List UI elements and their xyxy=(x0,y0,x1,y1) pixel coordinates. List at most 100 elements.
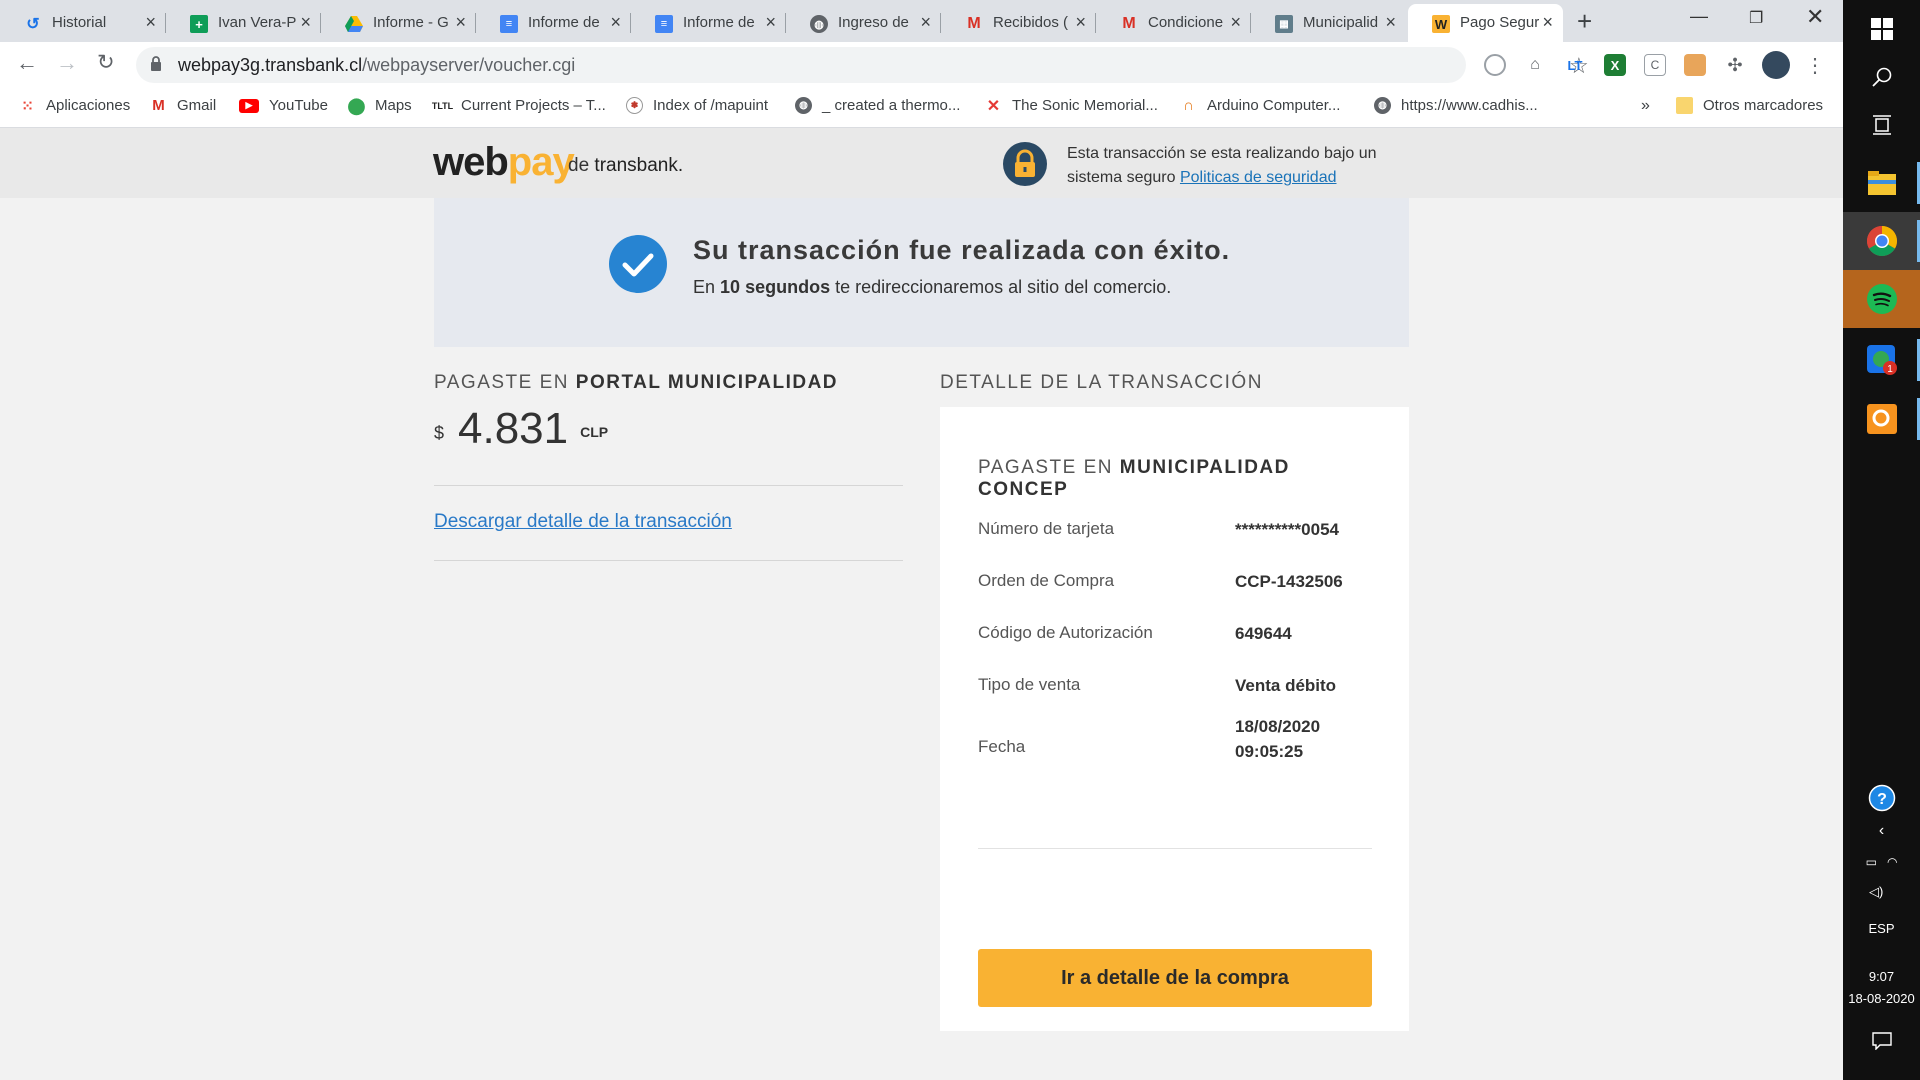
tab-informe-doc-1[interactable]: ≡ Informe de × xyxy=(476,4,631,42)
clock-time[interactable]: 9:07 xyxy=(1843,969,1920,984)
avatar[interactable] xyxy=(1762,51,1790,79)
tab-ivan-vera[interactable]: + Ivan Vera-P × xyxy=(166,4,321,42)
paid-at-label: PAGASTE EN PORTAL MUNICIPALIDAD xyxy=(434,372,839,393)
tab-informe-doc-2[interactable]: ≡ Informe de × xyxy=(631,4,786,42)
tab-informe-drive[interactable]: Informe - G × xyxy=(321,4,476,42)
bookmarks-overflow-button[interactable]: » xyxy=(1641,97,1650,115)
windows-taskbar: 1 ? ‹ ▭ ◠ ◁) ESP 9:07 18-08-2020 xyxy=(1843,0,1920,1080)
close-window-button[interactable]: ✕ xyxy=(1806,4,1824,30)
tab-label: Pago Segur xyxy=(1460,14,1540,31)
bookmark-otros-marcadores[interactable]: Otros marcadores xyxy=(1676,97,1823,114)
tab-condiciones[interactable]: M Condicione × xyxy=(1096,4,1251,42)
bookmark-gmail[interactable]: M Gmail xyxy=(150,97,216,114)
clock-date[interactable]: 18-08-2020 xyxy=(1843,991,1920,1006)
transaction-detail-card: PAGASTE EN MUNICIPALIDAD CONCEP Número d… xyxy=(940,407,1409,1031)
bookmark-label: Index of /mapuint xyxy=(653,97,769,114)
sale-type-value: Venta débito xyxy=(1235,676,1337,695)
bookmark-aplicaciones[interactable]: ⁙ Aplicaciones xyxy=(19,97,130,115)
minimize-button[interactable]: — xyxy=(1690,6,1708,27)
bookmark-cadhis[interactable]: ◍ https://www.cadhis... xyxy=(1374,97,1538,114)
reload-button[interactable]: ↻ xyxy=(97,50,115,75)
success-banner: Su transacción fue realizada con éxito. … xyxy=(434,198,1409,347)
bookmark-maps[interactable]: ⬤ Maps xyxy=(348,97,412,115)
close-icon[interactable]: × xyxy=(1075,12,1086,33)
tab-label: Informe de xyxy=(683,14,755,31)
excel-extension-icon[interactable]: X xyxy=(1604,54,1626,76)
wifi-icon[interactable]: ◠ xyxy=(1887,855,1897,869)
forward-button[interactable]: → xyxy=(56,50,78,76)
puzzle-icon[interactable]: ✣ xyxy=(1724,54,1746,76)
extension-check-icon[interactable] xyxy=(1484,54,1506,76)
help-icon: ? xyxy=(1868,784,1895,812)
site-header: webpay de transbank. Esta transacción se… xyxy=(0,128,1843,198)
windows-logo-icon xyxy=(1870,18,1893,40)
language-indicator[interactable]: ESP xyxy=(1843,921,1920,936)
tab-recibidos[interactable]: M Recibidos ( × xyxy=(941,4,1096,42)
task-view-icon xyxy=(1872,115,1891,135)
divider xyxy=(434,485,903,486)
camera-icon[interactable]: ⌂ xyxy=(1524,54,1546,76)
amount-value: 4.831 xyxy=(458,404,569,453)
bookmark-index-mapuint[interactable]: ✽ Index of /mapuint xyxy=(626,97,768,114)
tray-status-icons: ▭ ◠ xyxy=(1843,855,1920,869)
purchase-detail-button[interactable]: Ir a detalle de la compra xyxy=(978,949,1372,1007)
bookmark-youtube[interactable]: ▶ YouTube xyxy=(239,97,328,114)
sale-type-label: Tipo de venta xyxy=(978,675,1081,694)
taskbar-file-explorer[interactable] xyxy=(1843,154,1920,212)
bookmarks-bar: ⁙ Aplicaciones M Gmail ▶ YouTube ⬤ Maps TLTL… xyxy=(0,88,1843,128)
tab-pago-seguro[interactable]: W Pago Segur × xyxy=(1408,4,1563,42)
tab-label: Ivan Vera-P xyxy=(218,14,297,31)
media-extension-icon[interactable] xyxy=(1684,54,1706,76)
taskbar-orange-app[interactable] xyxy=(1843,390,1920,448)
bookmark-sonic-memorial[interactable]: ✕ The Sonic Memorial... xyxy=(985,97,1158,115)
tab-historial[interactable]: ↺ Historial × xyxy=(0,4,166,42)
taskbar-chrome[interactable] xyxy=(1843,212,1920,270)
close-icon[interactable]: × xyxy=(455,12,466,33)
task-view-button[interactable] xyxy=(1843,96,1920,154)
bookmark-current-projects[interactable]: TLTL Current Projects – T... xyxy=(432,97,606,114)
currency-code: CLP xyxy=(580,424,609,440)
overflow-chevron-icon: » xyxy=(1641,97,1650,114)
card-number-label: Número de tarjeta xyxy=(978,519,1115,538)
lt-extension-icon[interactable]: LT xyxy=(1564,54,1586,76)
close-icon[interactable]: × xyxy=(1230,12,1241,33)
webpay-logo[interactable]: webpay xyxy=(433,140,575,185)
volume-icon[interactable]: ◁) xyxy=(1843,884,1920,900)
card-number-value: **********0054 xyxy=(1235,520,1339,539)
tab-ingreso[interactable]: ◍ Ingreso de × xyxy=(786,4,941,42)
close-icon[interactable]: × xyxy=(1385,12,1396,33)
close-icon[interactable]: × xyxy=(1542,12,1553,33)
taskbar-app-badge[interactable]: 1 xyxy=(1843,331,1920,389)
menu-dots-icon[interactable]: ⋮ xyxy=(1804,54,1826,77)
lock-icon xyxy=(151,56,161,71)
bookmark-thermo[interactable]: ◍ _ created a thermo... xyxy=(795,97,960,114)
help-button[interactable]: ? xyxy=(1843,784,1920,815)
bookmark-label: YouTube xyxy=(269,97,328,114)
tab-municipalidad[interactable]: ▦ Municipalid × xyxy=(1251,4,1406,42)
restore-button[interactable]: ❐ xyxy=(1749,8,1763,28)
back-button[interactable]: ← xyxy=(16,50,38,76)
apps-grid-icon: ⁙ xyxy=(21,97,34,115)
svg-text:?: ? xyxy=(1877,791,1887,808)
page-extension-icon[interactable]: C xyxy=(1644,54,1666,76)
gmail-icon: M xyxy=(967,15,981,32)
bookmark-arduino[interactable]: ∩ Arduino Computer... xyxy=(1180,97,1340,114)
address-bar[interactable]: webpay3g.transbank.cl/webpayserver/vouch… xyxy=(136,47,1589,83)
divider xyxy=(978,848,1372,849)
tab-strip: ↺ Historial × + Ivan Vera-P × Informe - … xyxy=(0,0,1843,42)
security-policy-link[interactable]: Politicas de seguridad xyxy=(1180,169,1337,186)
close-icon[interactable]: × xyxy=(610,12,621,33)
close-icon[interactable]: × xyxy=(920,12,931,33)
close-icon[interactable]: × xyxy=(145,12,156,33)
notification-badge: 1 xyxy=(1887,364,1893,375)
tray-expand-chevron-icon[interactable]: ‹ xyxy=(1843,822,1920,840)
close-icon[interactable]: × xyxy=(300,12,311,33)
taskbar-spotify[interactable] xyxy=(1843,270,1920,328)
download-detail-link[interactable]: Descargar detalle de la transacción xyxy=(434,511,732,533)
new-tab-button[interactable]: + xyxy=(1577,6,1592,37)
action-center-button[interactable] xyxy=(1843,1032,1920,1053)
checkmark-icon xyxy=(609,235,667,293)
close-icon[interactable]: × xyxy=(765,12,776,33)
battery-icon[interactable]: ▭ xyxy=(1866,855,1877,869)
transbank-logo: de transbank. xyxy=(568,155,684,176)
